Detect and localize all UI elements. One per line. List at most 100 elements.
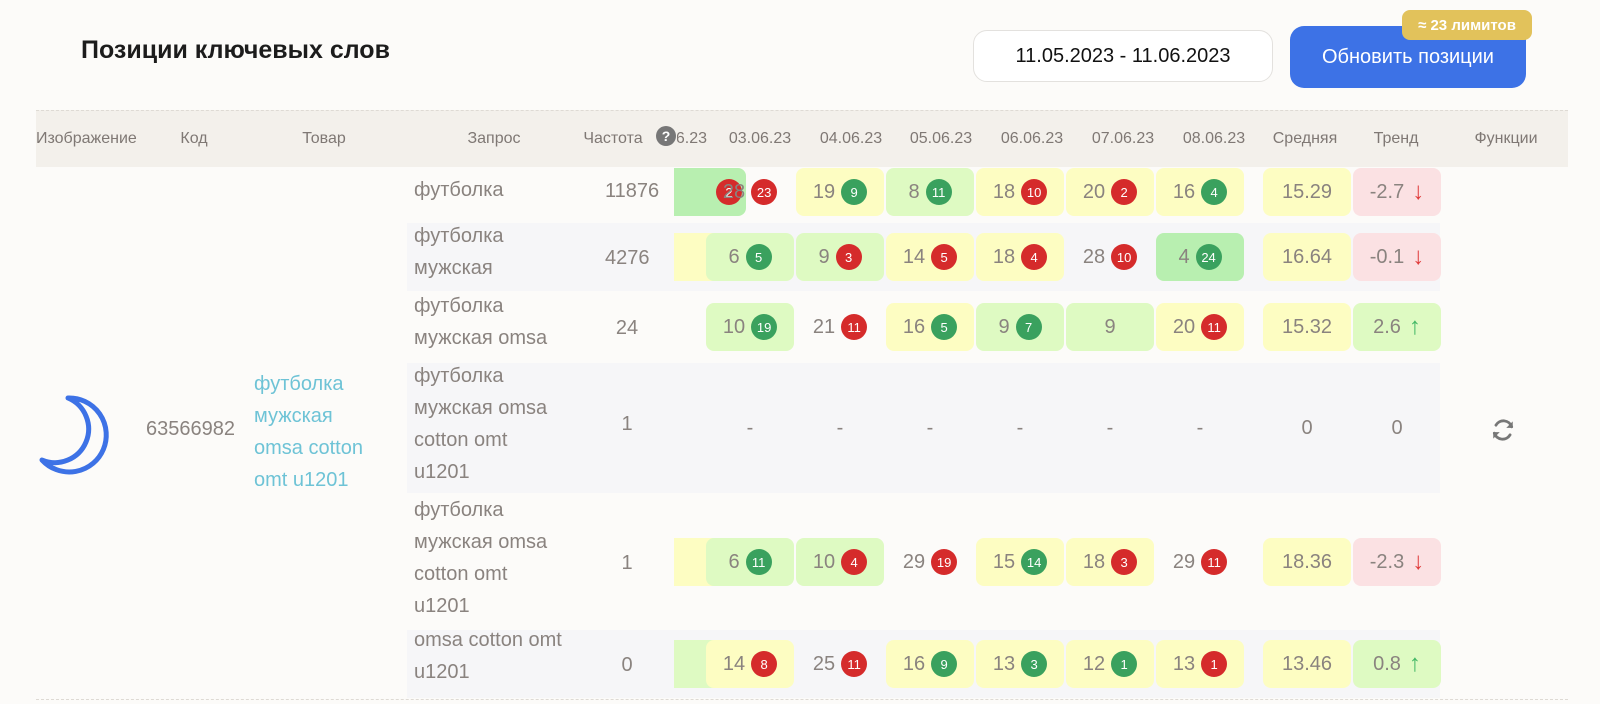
delta-down-badge: 10	[1111, 244, 1138, 270]
position-value: -	[1106, 416, 1114, 439]
position-cell[interactable]: 10 19	[706, 303, 794, 351]
position-value: 16	[1172, 180, 1196, 203]
delta-down-badge: 10	[1021, 179, 1048, 205]
delta-down-badge: 3	[835, 244, 862, 270]
frequency-help-icon[interactable]: ?	[656, 126, 676, 146]
delta-down-badge: 4	[1021, 244, 1048, 270]
delta-down-badge: 5	[931, 244, 958, 270]
position-cell[interactable]: 29 19	[886, 538, 974, 586]
col-date[interactable]: 07.06.23	[1092, 111, 1154, 167]
col-date[interactable]: 05.06.23	[910, 111, 972, 167]
delta-up-badge: 5	[931, 314, 958, 340]
delta-up-badge: 3	[1021, 651, 1048, 677]
product-link[interactable]: футболка мужская omsa cotton omt u1201	[254, 368, 384, 496]
position-cell[interactable]: -	[886, 404, 974, 452]
position-value: 10	[722, 315, 746, 338]
position-value: -	[746, 416, 754, 439]
position-cell[interactable]: 14 8	[706, 640, 794, 688]
position-value: 13	[1172, 652, 1196, 675]
col-date[interactable]: 08.06.23	[1183, 111, 1245, 167]
col-product: Товар	[302, 130, 346, 147]
col-average: Средняя	[1272, 130, 1338, 147]
position-cell[interactable]: 19 9	[796, 168, 884, 216]
date-range-picker[interactable]: 11.05.2023 - 11.06.2023	[973, 30, 1273, 82]
delta-down-badge: 11	[841, 314, 868, 340]
delta-down-badge: 1	[1201, 651, 1228, 677]
position-cell[interactable]: 12 1	[1066, 640, 1154, 688]
position-cell[interactable]: 97	[976, 303, 1064, 351]
delta-down-badge: 3	[1111, 549, 1138, 575]
position-value: 18	[1082, 550, 1106, 573]
position-cell[interactable]: 29 11	[1156, 538, 1244, 586]
position-cell[interactable]: 28 23	[706, 168, 794, 216]
position-cell[interactable]: 16 9	[886, 640, 974, 688]
position-value: 16	[902, 652, 926, 675]
delta-up-badge: 11	[745, 549, 772, 575]
delta-up-badge: 11	[925, 179, 952, 205]
position-value: -	[1016, 416, 1024, 439]
col-date[interactable]: 04.06.23	[820, 111, 882, 167]
delta-down-badge: 11	[1201, 314, 1228, 340]
position-value: 25	[812, 652, 836, 675]
table-bottom-border	[36, 699, 1568, 700]
position-cell[interactable]: 8 11	[886, 168, 974, 216]
moon-icon[interactable]	[38, 394, 112, 476]
position-cell[interactable]: 93	[796, 233, 884, 281]
position-cell[interactable]: 13 3	[976, 640, 1064, 688]
position-cell[interactable]: 10 4	[796, 538, 884, 586]
delta-up-badge: 14	[1021, 549, 1048, 575]
position-value: 6	[728, 245, 740, 268]
position-value: 14	[902, 245, 926, 268]
position-cell[interactable]: 21 11	[796, 303, 884, 351]
position-cell[interactable]: 6 11	[706, 538, 794, 586]
delta-up-badge: 9	[931, 651, 958, 677]
position-value: 10	[812, 550, 836, 573]
page-title: Позиции ключевых слов	[81, 36, 390, 64]
position-value: 21	[812, 315, 836, 338]
delta-up-badge: 7	[1015, 314, 1042, 340]
query-text: футболка	[414, 179, 504, 201]
positions-scroll-area[interactable]: 2282319981118102021641165931451842810424…	[674, 166, 1454, 704]
position-cell[interactable]: 18 10	[976, 168, 1064, 216]
frequency-value: 24	[615, 317, 639, 339]
position-cell[interactable]: 15 14	[976, 538, 1064, 586]
col-date[interactable]: 03.06.23	[729, 111, 791, 167]
position-cell[interactable]: 4 24	[1156, 233, 1244, 281]
position-cell[interactable]: 14 5	[886, 233, 974, 281]
col-code: Код	[180, 130, 208, 147]
refresh-icon[interactable]	[1490, 417, 1516, 443]
position-value: 29	[902, 550, 926, 573]
position-cell[interactable]: -	[706, 404, 794, 452]
position-value: 15	[992, 550, 1016, 573]
position-cell[interactable]: 65	[706, 233, 794, 281]
delta-up-badge: 9	[841, 179, 868, 205]
position-cell[interactable]: -	[976, 404, 1064, 452]
product-code: 63566982	[146, 418, 235, 440]
position-value: 13	[992, 652, 1016, 675]
position-cell[interactable]: -	[796, 404, 884, 452]
delta-down-badge: 2	[1111, 179, 1138, 205]
position-cell[interactable]: 20 11	[1156, 303, 1244, 351]
position-cell[interactable]: 25 11	[796, 640, 884, 688]
position-cell[interactable]: 18 4	[976, 233, 1064, 281]
position-cell[interactable]: 13 1	[1156, 640, 1244, 688]
position-value: 29	[1172, 550, 1196, 573]
col-frequency[interactable]: Частота	[583, 111, 642, 167]
delta-down-badge: 8	[751, 651, 778, 677]
position-cell[interactable]: 16 4	[1156, 168, 1244, 216]
frequency-value: 0	[621, 654, 633, 676]
position-cell[interactable]: 20 2	[1066, 168, 1154, 216]
position-cell[interactable]: -	[1156, 404, 1244, 452]
col-date[interactable]: 06.06.23	[1001, 111, 1063, 167]
position-value: 9	[1104, 315, 1116, 338]
delta-down-badge: 19	[931, 549, 958, 575]
position-value: 19	[812, 180, 836, 203]
position-cell[interactable]: 18 3	[1066, 538, 1154, 586]
position-cell[interactable]: 28 10	[1066, 233, 1154, 281]
query-text: футболка мужская omsa cotton omt u1201	[414, 365, 548, 483]
position-value: -	[836, 416, 844, 439]
position-cell[interactable]: 16 5	[886, 303, 974, 351]
delta-up-badge: 19	[751, 314, 778, 340]
position-cell[interactable]: 9	[1066, 303, 1154, 351]
position-cell[interactable]: -	[1066, 404, 1154, 452]
